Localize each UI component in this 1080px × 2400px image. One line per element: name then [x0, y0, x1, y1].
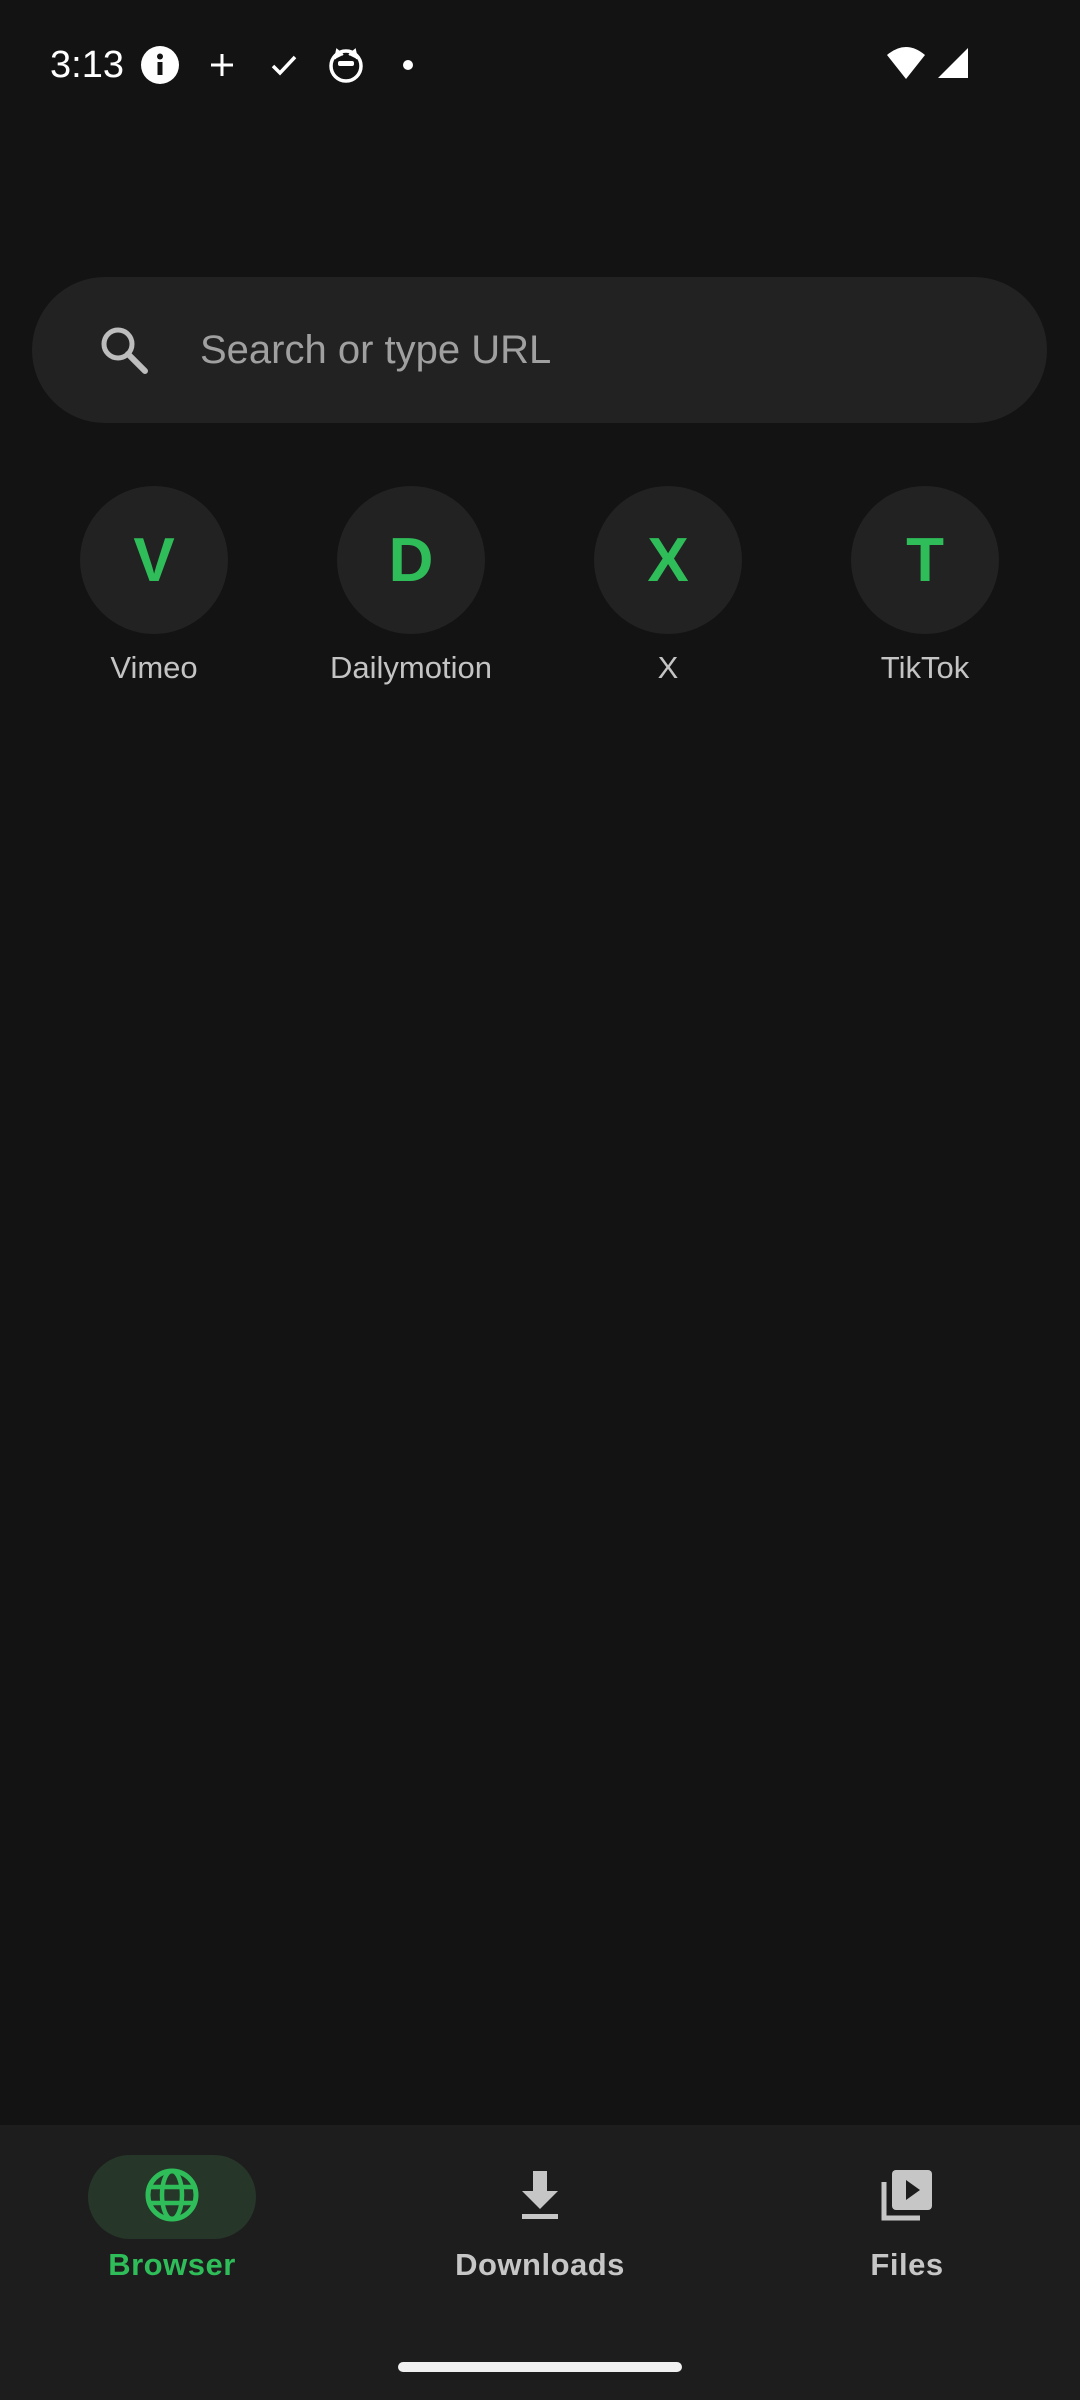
nav-files[interactable]: Files: [777, 2155, 1037, 2305]
nav-downloads-pill: [456, 2155, 624, 2239]
info-icon: [140, 45, 180, 85]
nav-files-pill: [823, 2155, 991, 2239]
plus-icon: [202, 45, 242, 85]
download-icon: [516, 2169, 564, 2226]
shortcut-label: TikTok: [880, 650, 970, 685]
shortcut-x[interactable]: X X: [558, 486, 778, 696]
system-icons: [886, 40, 970, 90]
video-library-icon: [880, 2168, 934, 2227]
nav-browser[interactable]: Browser: [42, 2155, 302, 2305]
notification-icons: [140, 40, 428, 90]
wifi-icon: [886, 45, 926, 86]
search-icon: [98, 324, 150, 376]
nav-browser-label: Browser: [108, 2247, 236, 2282]
nav-downloads-label: Downloads: [455, 2247, 625, 2282]
dot-icon: [388, 45, 428, 85]
shortcut-avatar: T: [851, 486, 999, 634]
cell-signal-icon: [936, 46, 970, 85]
status-bar: 3:13: [0, 0, 1080, 130]
shortcut-avatar: V: [80, 486, 228, 634]
shortcut-label: Vimeo: [110, 650, 198, 685]
nav-files-label: Files: [870, 2247, 944, 2282]
check-icon: [264, 45, 304, 85]
status-time: 3:13: [50, 44, 124, 86]
globe-icon: [144, 2167, 200, 2228]
shortcut-label: Dailymotion: [330, 650, 492, 685]
home-indicator[interactable]: [398, 2362, 682, 2372]
search-input[interactable]: [200, 277, 1000, 423]
browser-screen: 3:13 Search or type URL V Vimeo D Dailym…: [0, 0, 1080, 2400]
shortcut-vimeo[interactable]: V Vimeo: [44, 486, 264, 696]
shortcut-dailymotion[interactable]: D Dailymotion: [301, 486, 521, 696]
shortcut-avatar: X: [594, 486, 742, 634]
shortcut-label: X: [657, 650, 679, 685]
nav-browser-pill: [88, 2155, 256, 2239]
bottom-navigation: Browser Downloads Files: [0, 2125, 1080, 2400]
cat-face-icon: [326, 45, 366, 85]
shortcut-avatar: D: [337, 486, 485, 634]
search-bar[interactable]: [32, 277, 1047, 423]
nav-downloads[interactable]: Downloads: [410, 2155, 670, 2305]
shortcut-tiktok[interactable]: T TikTok: [815, 486, 1035, 696]
